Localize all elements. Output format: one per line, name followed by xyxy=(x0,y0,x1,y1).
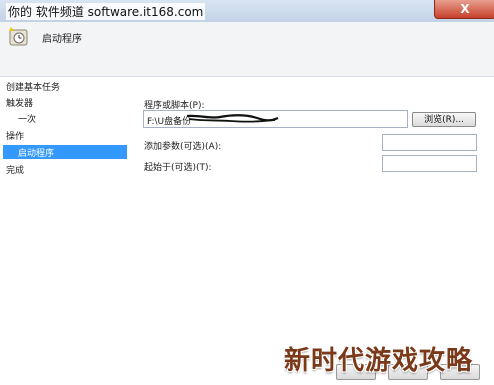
nav-item-start-program-label: 启动程序 xyxy=(18,149,55,159)
nav-item-action[interactable]: 操作 xyxy=(6,129,24,142)
start-in-label: 起始于(可选)(T): xyxy=(144,163,212,173)
nav-item-create-basic-task[interactable]: 创建基本任务 xyxy=(6,80,60,93)
nav-item-once[interactable]: 一次 xyxy=(18,112,36,125)
close-icon[interactable]: X xyxy=(460,2,469,16)
redaction-scribble xyxy=(186,114,279,123)
page-title: 启动程序 xyxy=(42,34,82,45)
nav-item-trigger[interactable]: 触发器 xyxy=(6,96,33,109)
browse-button[interactable]: 浏览(R)... xyxy=(412,112,476,127)
window-title: 你的 软件频道 software.it168.com xyxy=(6,3,206,20)
nav-item-finish[interactable]: 完成 xyxy=(6,163,24,176)
close-button[interactable]: X xyxy=(434,0,494,19)
wizard-steps: 创建基本任务 触发器 一次 操作 启动程序 完成 xyxy=(0,76,130,385)
site-watermark: 新时代游戏攻略 xyxy=(284,346,474,376)
nav-item-start-program[interactable]: 启动程序 xyxy=(3,145,127,159)
arguments-label: 添加参数(可选)(A): xyxy=(144,142,222,152)
wizard-header: 启动程序 xyxy=(0,22,494,77)
start-in-input[interactable] xyxy=(382,155,477,172)
clock-task-icon xyxy=(9,27,28,46)
title-bar: 你的 软件频道 software.it168.com X xyxy=(0,0,494,22)
arguments-input[interactable] xyxy=(382,134,477,151)
